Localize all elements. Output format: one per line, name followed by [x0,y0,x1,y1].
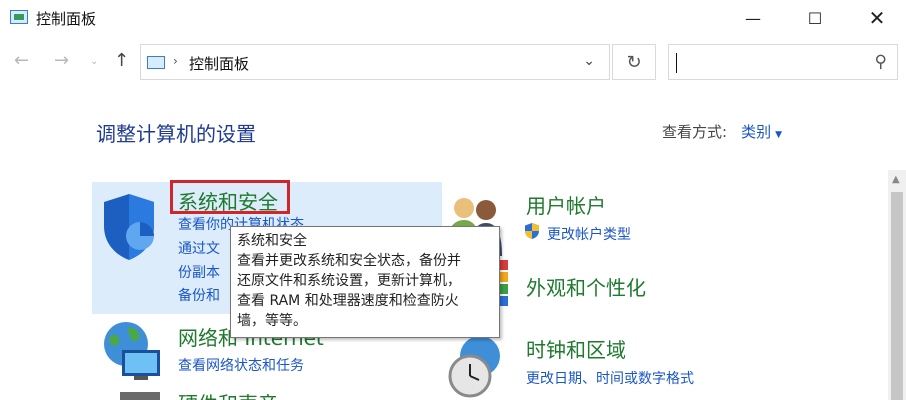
address-bar[interactable]: › 控制面板 ⌄ [140,44,610,80]
page-title: 调整计算机的设置 [96,122,256,146]
link-change-date-time[interactable]: 更改日期、时间或数字格式 [526,368,694,388]
forward-arrow-icon[interactable]: → [54,50,69,71]
category-hardware-sound[interactable]: 硬件和声音 [178,388,278,400]
tooltip-line: 还原文件和系统设置，更新计算机， [237,273,461,289]
up-arrow-icon[interactable]: ↑ [114,50,129,71]
window-title: 控制面板 [36,10,97,28]
clock-icon[interactable] [444,334,506,400]
tooltip-line: 系统和安全 [237,233,307,249]
tooltip-line: 查看并更改系统和安全状态，备份并 [237,253,461,269]
refresh-button[interactable]: ↻ [612,44,656,80]
refresh-icon: ↻ [626,51,642,73]
shield-icon[interactable] [100,192,158,262]
highlight-red-box [170,180,290,214]
uac-shield-icon [525,223,539,239]
view-by-label: 查看方式: [662,123,728,141]
recent-locations-icon[interactable]: ⌄ [90,56,98,67]
back-arrow-icon[interactable]: ← [14,50,29,71]
tooltip-line: 查看 RAM 和处理器速度和检查防火 [237,293,459,309]
minimize-button[interactable]: — [730,0,776,36]
dropdown-arrow-icon[interactable]: ▼ [775,130,782,140]
hardware-sound-icon[interactable] [120,390,160,400]
control-panel-icon [147,56,165,69]
close-button[interactable]: ✕ [854,0,900,36]
tooltip: 系统和安全 查看并更改系统和安全状态，备份并 还原文件和系统设置，更新计算机， … [230,226,500,338]
search-input[interactable]: ⚲ [668,44,898,80]
control-panel-icon [10,10,28,24]
link-backup-restore-fragment[interactable]: 备份和 [178,285,220,305]
search-icon[interactable]: ⚲ [875,52,887,72]
view-by-dropdown[interactable]: 类别 [741,123,771,141]
link-change-account-type[interactable]: 更改帐户类型 [547,224,631,244]
scrollbar-thumb[interactable] [891,192,903,400]
breadcrumb-control-panel[interactable]: 控制面板 [189,53,249,74]
network-globe-icon[interactable] [98,318,164,384]
maximize-button[interactable]: ☐ [792,0,838,36]
vertical-scrollbar[interactable]: ▲ [888,170,906,400]
category-user-accounts[interactable]: 用户帐户 [526,190,606,219]
link-file-history-fragment-2[interactable]: 份副本 [178,262,220,282]
text-caret [676,53,677,73]
tooltip-line: 墙，等等。 [237,313,307,329]
link-file-history-fragment[interactable]: 通过文 [178,238,220,258]
view-by: 查看方式: 类别 ▼ [662,121,782,142]
link-view-network-status[interactable]: 查看网络状态和任务 [178,355,304,375]
title-bar: 控制面板 — ☐ ✕ [0,0,906,36]
navigation-bar: ← → ⌄ ↑ › 控制面板 ⌄ ↻ ⚲ [0,40,906,84]
address-dropdown-icon[interactable]: ⌄ [583,53,595,69]
scroll-up-icon[interactable]: ▲ [892,174,900,185]
category-appearance[interactable]: 外观和个性化 [526,272,646,301]
breadcrumb-chevron-icon[interactable]: › [173,54,178,68]
category-clock-region[interactable]: 时钟和区域 [526,334,626,363]
